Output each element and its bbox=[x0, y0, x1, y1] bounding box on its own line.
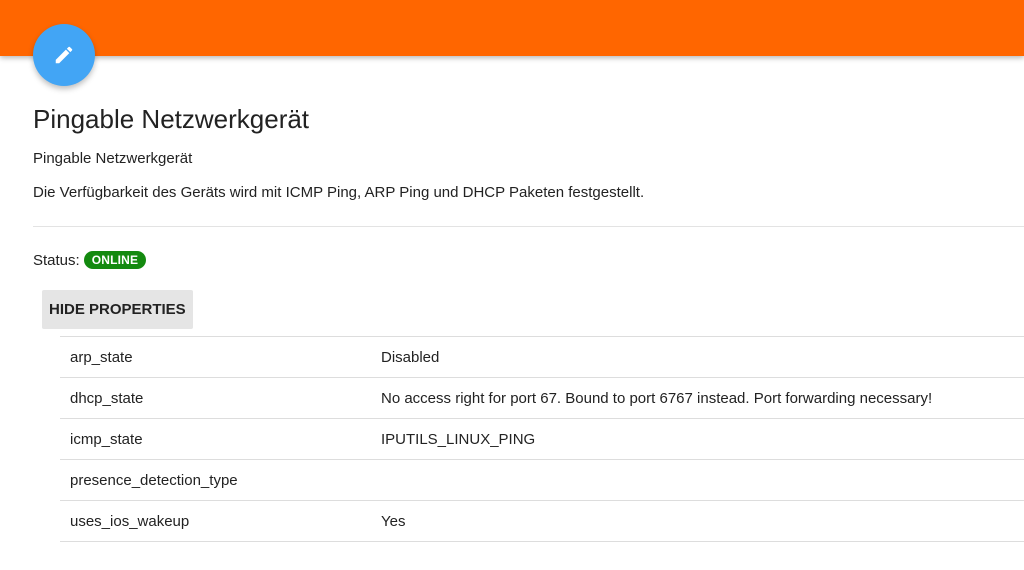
status-row: Status: ONLINE bbox=[33, 251, 147, 269]
device-subtitle: Pingable Netzwerkgerät bbox=[33, 150, 193, 167]
property-key: uses_ios_wakeup bbox=[70, 512, 190, 530]
pencil-icon bbox=[55, 46, 73, 64]
device-description: Die Verfügbarkeit des Geräts wird mit IC… bbox=[33, 184, 645, 201]
status-label: Status: bbox=[33, 251, 80, 269]
top-app-bar bbox=[0, 0, 1024, 56]
section-divider bbox=[33, 226, 1024, 227]
property-value: Disabled bbox=[381, 348, 440, 366]
table-row: dhcp_state No access right for port 67. … bbox=[60, 378, 1024, 419]
property-value: IPUTILS_LINUX_PING bbox=[381, 430, 536, 448]
property-key: dhcp_state bbox=[70, 389, 144, 407]
table-row: presence_detection_type bbox=[60, 460, 1024, 501]
edit-button[interactable] bbox=[33, 24, 95, 86]
property-key: presence_detection_type bbox=[70, 471, 238, 489]
page-title: Pingable Netzwerkgerät bbox=[33, 104, 310, 134]
property-value: No access right for port 67. Bound to po… bbox=[381, 389, 933, 407]
properties-table: arp_state Disabled dhcp_state No access … bbox=[60, 336, 1024, 542]
table-row: uses_ios_wakeup Yes bbox=[60, 501, 1024, 542]
property-value: Yes bbox=[381, 512, 406, 530]
status-badge: ONLINE bbox=[83, 251, 147, 269]
table-row: arp_state Disabled bbox=[60, 337, 1024, 378]
property-key: icmp_state bbox=[70, 430, 143, 448]
property-key: arp_state bbox=[70, 348, 133, 366]
hide-properties-button[interactable]: HIDE PROPERTIES bbox=[42, 290, 193, 329]
table-row: icmp_state IPUTILS_LINUX_PING bbox=[60, 419, 1024, 460]
